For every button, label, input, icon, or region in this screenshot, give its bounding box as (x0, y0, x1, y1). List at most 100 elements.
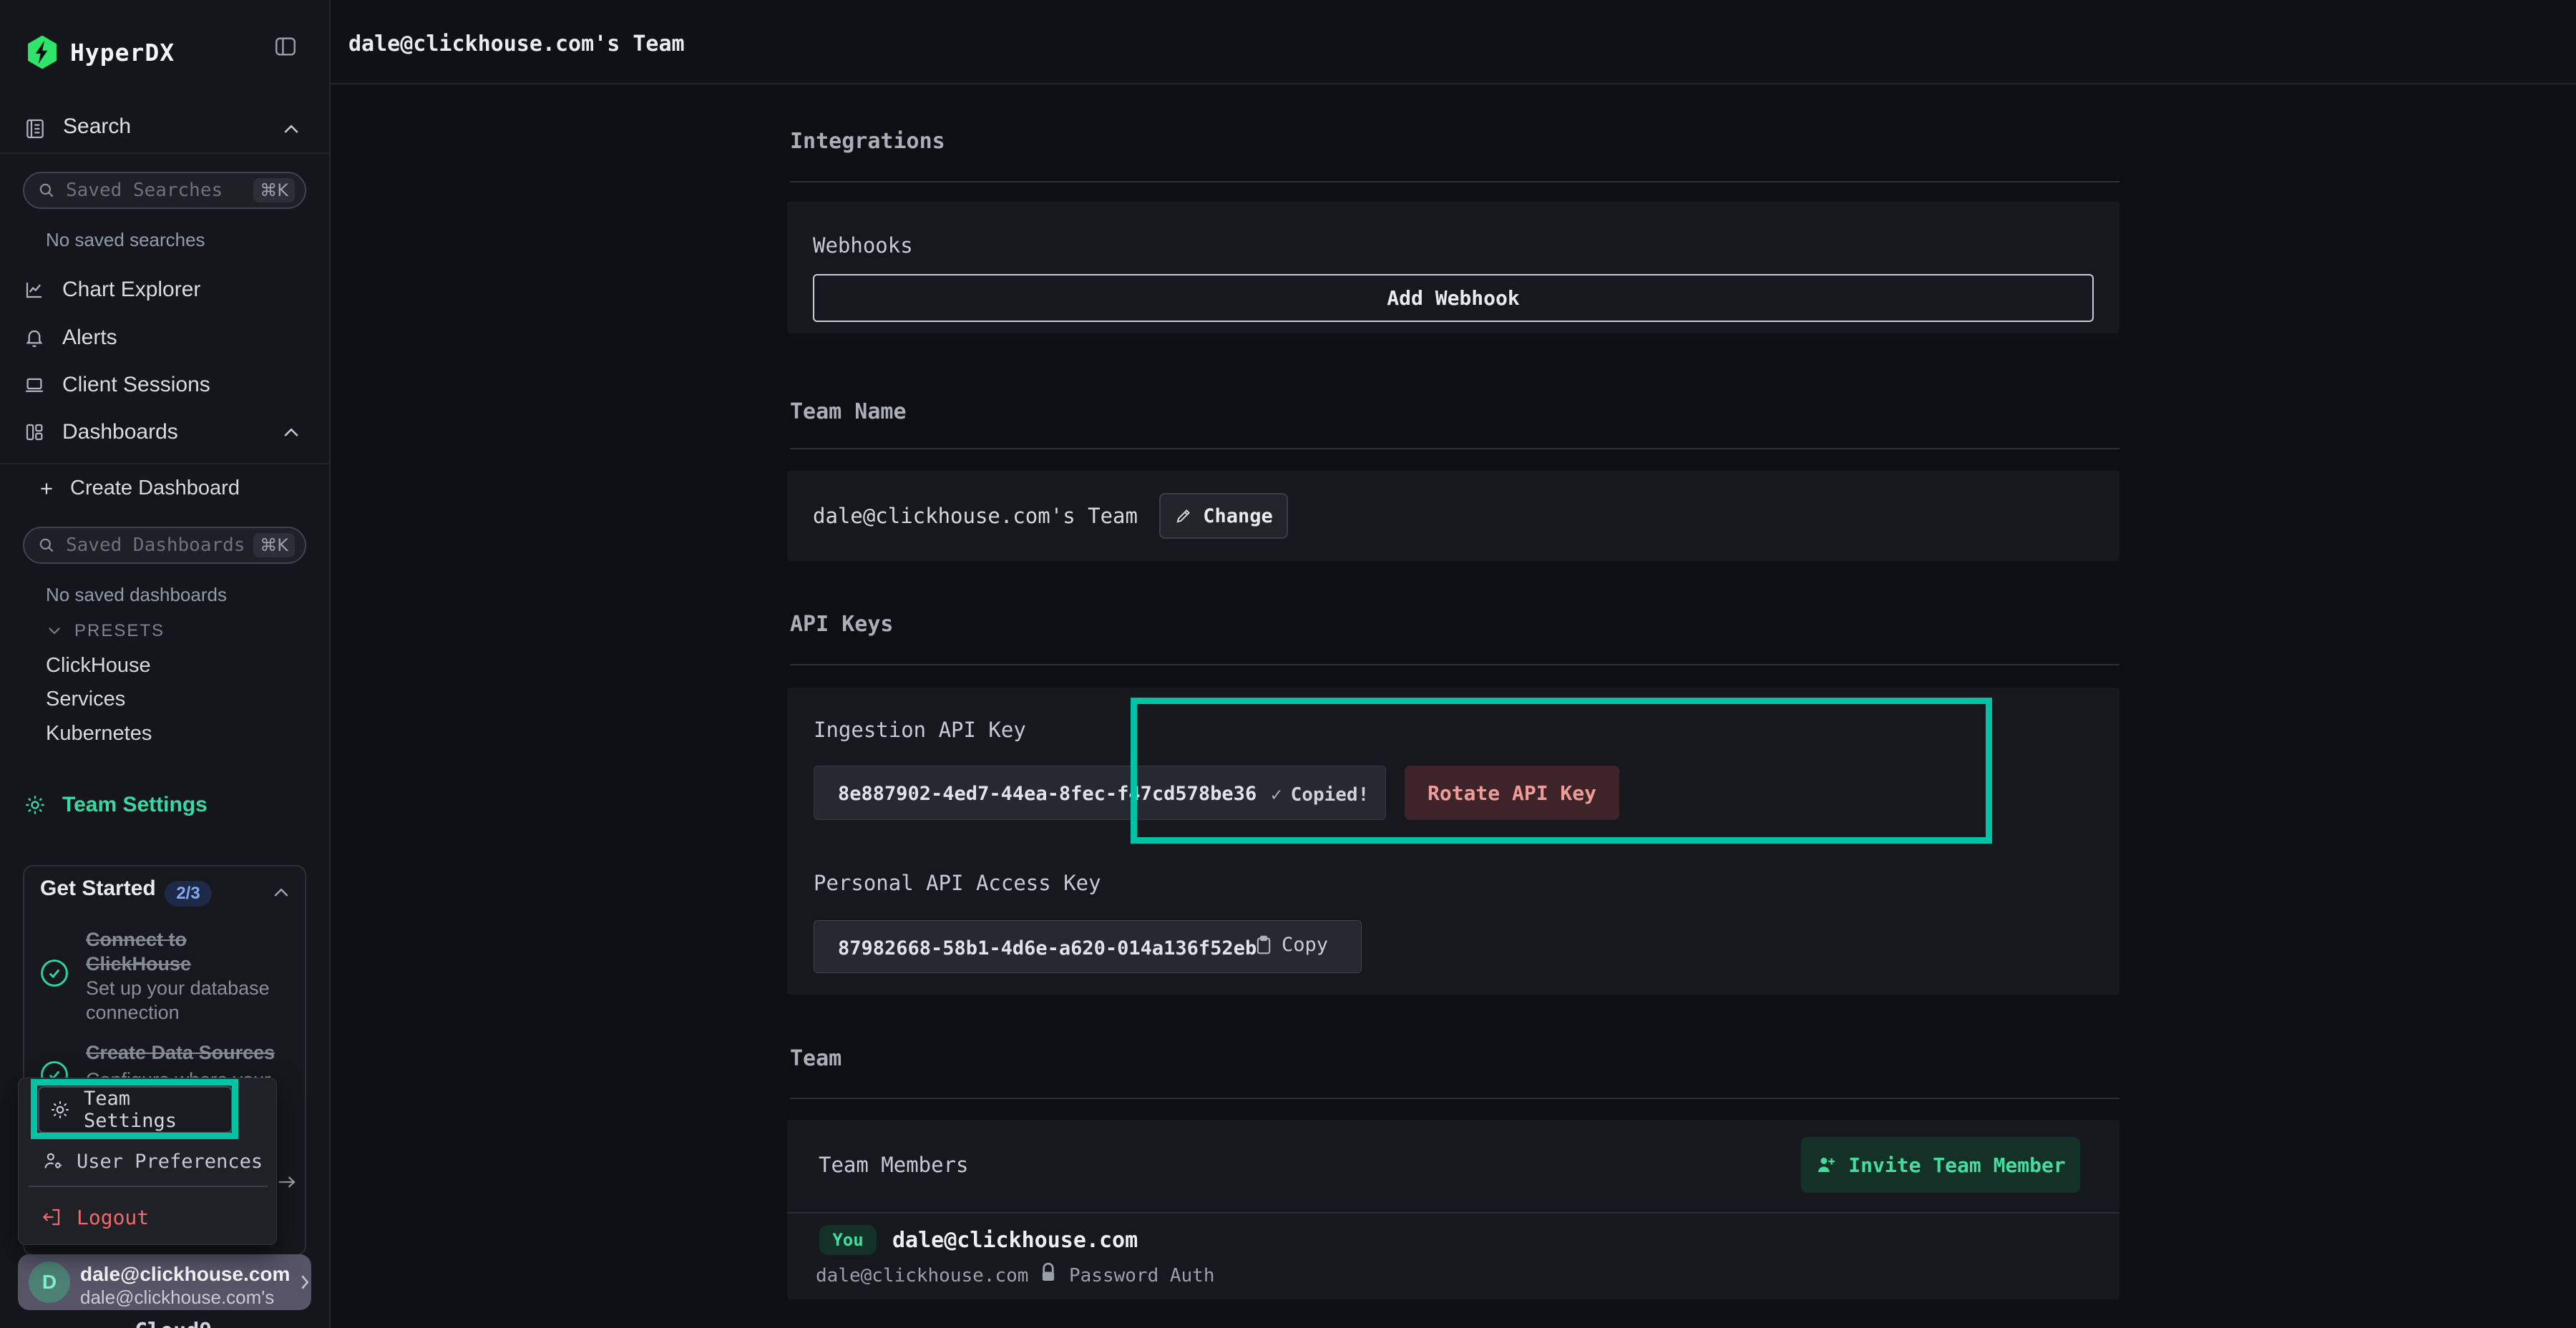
api-keys-heading: API Keys (790, 612, 894, 637)
search-icon (37, 181, 56, 200)
app-logo[interactable]: HyperDX (26, 34, 175, 70)
hyperdx-logo-icon (26, 34, 59, 70)
section-divider (790, 181, 2119, 182)
person-plus-icon (1815, 1154, 1837, 1176)
app-name: HyperDX (70, 39, 175, 67)
sidebar-item-alerts[interactable]: Alerts (0, 317, 331, 358)
sidebar-item-client-sessions[interactable]: Client Sessions (0, 364, 331, 406)
webhooks-label: Webhooks (813, 233, 913, 258)
presets-toggle[interactable]: PRESETS (46, 621, 165, 641)
change-team-name-button[interactable]: Change (1159, 493, 1288, 539)
menu-divider (29, 1186, 268, 1187)
menu-item-user-preferences[interactable]: User Preferences (42, 1141, 263, 1181)
pencil-icon (1174, 507, 1193, 525)
chevron-right-icon (297, 1271, 313, 1293)
card-divider (787, 1212, 2119, 1214)
create-dashboard-button[interactable]: Create Dashboard (37, 477, 240, 500)
menu-item-team-settings[interactable]: Team Settings (38, 1086, 233, 1133)
search-icon (37, 536, 56, 555)
main-area: dale@clickhouse.com's Team Integrations … (331, 0, 2576, 1328)
invite-team-member-button[interactable]: Invite Team Member (1801, 1137, 2080, 1193)
personal-api-key-value[interactable]: 87982668-58b1-4d6e-a620-014a136f52eb Cop… (814, 920, 1362, 973)
add-webhook-button[interactable]: Add Webhook (813, 274, 2094, 322)
sidebar-bottom-clipped-text: Cloud9 (135, 1319, 212, 1328)
get-started-title: Get Started (40, 877, 156, 901)
chart-icon (24, 279, 45, 301)
gear-icon (49, 1099, 71, 1120)
personal-api-key-label: Personal API Access Key (814, 871, 1101, 895)
section-divider (790, 1098, 2119, 1099)
saved-dashboards-input[interactable]: ⌘K (23, 527, 306, 564)
search-section-icon (24, 117, 47, 140)
chevron-up-icon[interactable] (270, 885, 292, 899)
api-keys-card: Ingestion API Key 8e887902-4ed7-44ea-8fe… (787, 688, 2119, 995)
chevron-up-icon[interactable] (280, 122, 302, 136)
clipboard-icon (1254, 934, 1273, 956)
team-members-label: Team Members (819, 1153, 969, 1177)
user-gear-icon (42, 1151, 64, 1172)
preset-kubernetes[interactable]: Kubernetes (46, 722, 152, 746)
rotate-api-key-button[interactable]: Rotate API Key (1405, 766, 1619, 820)
user-team: dale@clickhouse.com's (80, 1286, 274, 1309)
sidebar-item-chart-explorer[interactable]: Chart Explorer (0, 269, 331, 311)
section-divider (790, 448, 2119, 449)
bell-icon (24, 327, 45, 348)
copied-indicator: ✓ Copied! (1271, 784, 1369, 806)
step-subtitle: Set up your database connection (86, 976, 270, 1025)
arrow-right-icon (276, 1173, 298, 1191)
dashboards-grid-icon (24, 421, 45, 443)
member-name: dale@clickhouse.com (892, 1228, 1138, 1253)
sidebar-item-team-settings[interactable]: Team Settings (24, 793, 208, 817)
step-title: Connect to ClickHouse (86, 927, 191, 976)
saved-dashboards-field[interactable] (66, 534, 253, 556)
member-email: dale@clickhouse.com (816, 1265, 1028, 1286)
laptop-icon (24, 374, 45, 396)
sidebar-divider (0, 463, 331, 464)
preset-services[interactable]: Services (46, 688, 125, 711)
page-title: dale@clickhouse.com's Team (348, 31, 685, 57)
progress-badge: 2/3 (165, 881, 212, 907)
step-title: Create Data Sources (86, 1040, 275, 1065)
ingestion-api-key-label: Ingestion API Key (814, 718, 1026, 742)
check-circle-icon (39, 957, 70, 989)
team-name-heading: Team Name (790, 399, 907, 424)
chevron-up-icon[interactable] (280, 425, 302, 439)
webhooks-card: Webhooks Add Webhook (787, 202, 2119, 333)
avatar: D (29, 1261, 70, 1303)
logout-icon (41, 1206, 62, 1228)
check-icon: ✓ (1271, 784, 1282, 806)
no-saved-dashboards-text: No saved dashboards (46, 584, 227, 606)
top-bar: dale@clickhouse.com's Team (331, 0, 2576, 84)
sidebar-section-search[interactable]: Search (63, 114, 131, 139)
plus-icon (37, 479, 56, 498)
preset-clickhouse[interactable]: ClickHouse (46, 654, 151, 678)
shortcut-badge: ⌘K (253, 178, 295, 202)
section-divider (790, 664, 2119, 665)
menu-item-logout[interactable]: Logout (41, 1197, 149, 1237)
user-email: dale@clickhouse.com (80, 1263, 290, 1286)
saved-searches-field[interactable] (66, 180, 253, 201)
user-menu-popup: Team Settings User Preferences (18, 1078, 277, 1245)
member-auth-method: Password Auth (1069, 1265, 1215, 1286)
integrations-heading: Integrations (790, 129, 945, 154)
team-heading: Team (790, 1046, 841, 1071)
shortcut-badge: ⌘K (253, 533, 295, 557)
saved-searches-input[interactable]: ⌘K (23, 172, 306, 209)
gear-icon (24, 794, 47, 816)
team-members-card: Team Members Invite Team Member You dale… (787, 1120, 2119, 1299)
ingestion-api-key-value[interactable]: 8e887902-4ed7-44ea-8fec-f47cd578be36 ✓ C… (814, 766, 1386, 820)
api-key-text: 87982668-58b1-4d6e-a620-014a136f52eb (838, 937, 1257, 960)
you-badge: You (819, 1225, 877, 1255)
user-account-chip[interactable]: D dale@clickhouse.com dale@clickhouse.co… (18, 1254, 311, 1310)
api-key-text: 8e887902-4ed7-44ea-8fec-f47cd578be36 (838, 783, 1257, 805)
team-name-value: dale@clickhouse.com's Team (813, 504, 1138, 528)
chevron-down-icon (46, 625, 63, 637)
no-saved-searches-text: No saved searches (46, 229, 205, 251)
sidebar: HyperDX Search ⌘K No saved searches (0, 0, 331, 1328)
sidebar-divider (0, 152, 331, 154)
app-root: HyperDX Search ⌘K No saved searches (0, 0, 2576, 1328)
team-name-card: dale@clickhouse.com's Team Change (787, 471, 2119, 561)
sidebar-collapse-icon[interactable] (273, 34, 298, 59)
lock-icon (1039, 1263, 1058, 1284)
copy-button[interactable]: Copy (1254, 934, 1328, 956)
